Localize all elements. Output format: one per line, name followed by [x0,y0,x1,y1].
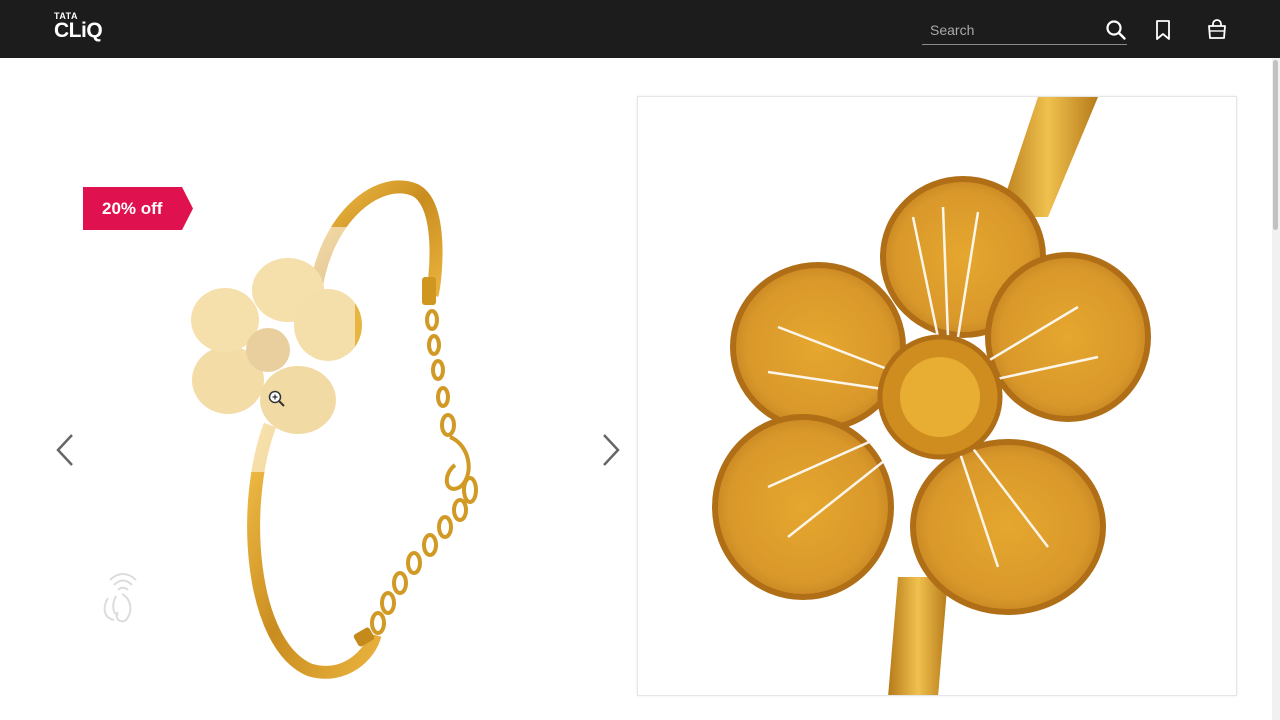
bookmark-icon[interactable] [1153,19,1173,41]
zoomed-flower-image [712,97,1151,695]
zoom-lens [190,227,355,472]
zoom-in-cursor-icon [268,390,285,407]
search-bar [922,18,1127,45]
chevron-left-icon[interactable] [50,430,80,470]
search-icon[interactable] [1105,19,1127,41]
top-navbar: TATA CLiQ [0,0,1280,58]
chevron-right-icon[interactable] [596,430,626,470]
search-input[interactable] [922,18,1100,42]
zoomed-product-view [637,96,1237,696]
page-scrollbar[interactable] [1272,58,1280,720]
tata-cliq-logo[interactable]: TATA CLiQ [54,12,103,42]
brand-watermark-icon [103,573,137,623]
logo-bottom-text: CLiQ [54,19,103,42]
shopping-bag-icon[interactable] [1206,18,1228,40]
scrollbar-thumb[interactable] [1273,60,1278,230]
